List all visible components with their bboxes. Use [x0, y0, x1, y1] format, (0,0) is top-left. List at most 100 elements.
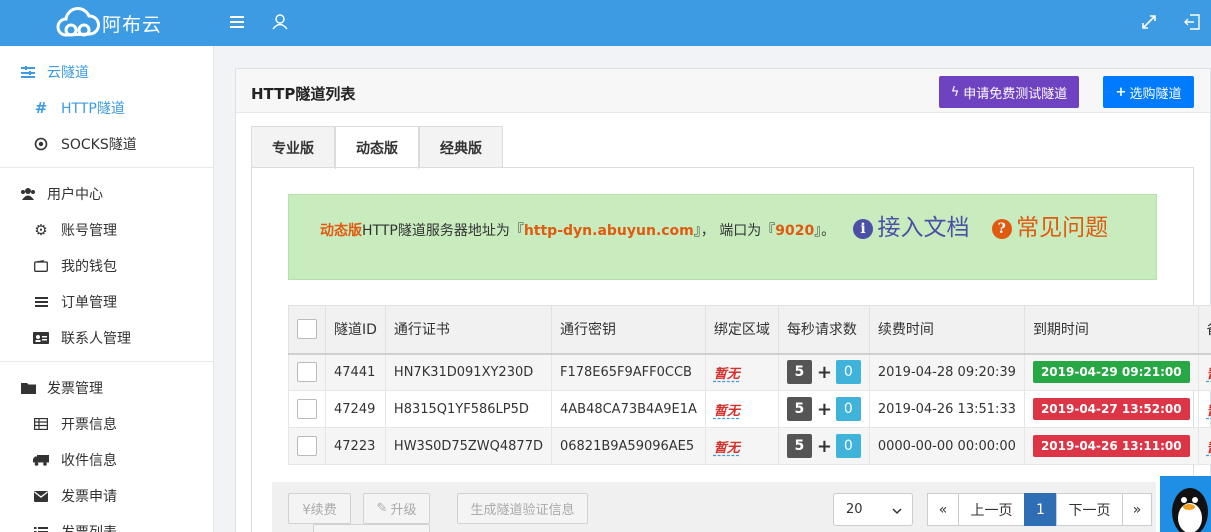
sidebar-item-invoice-apply[interactable]: 发票申请	[0, 478, 213, 514]
note-cell: 暂无	[1197, 353, 1211, 391]
list-icon	[33, 294, 49, 310]
col-cert: 通行证书	[384, 305, 552, 355]
region-cell: 暂无	[704, 390, 779, 428]
tunnel-id: 47249	[325, 390, 386, 428]
note-value[interactable]: 暂无	[1207, 441, 1211, 456]
sidebar-item-invoice-mgmt[interactable]: 发票管理	[0, 370, 213, 406]
table-row[interactable]: 47223 HW3S0D75ZWQ4877D 06821B9A59096AE5 …	[288, 427, 1211, 465]
apply-free-trial-button[interactable]: ϟ 申请免费测试隧道	[939, 76, 1079, 108]
dot-circle-icon	[33, 136, 49, 152]
col-id: 隧道ID	[325, 305, 386, 355]
row-checkbox[interactable]	[297, 399, 317, 419]
plus-icon[interactable]: +	[817, 362, 832, 383]
upgrade-button-label: 升级	[390, 503, 417, 518]
sidebar-item-label: 订单管理	[61, 295, 117, 311]
plus-icon[interactable]: +	[817, 399, 832, 420]
generate-auth-button[interactable]: 生成隧道验证信息	[457, 493, 588, 524]
plus-icon[interactable]: +	[817, 436, 832, 457]
expire-cell: 2019-04-26 13:11:00	[1023, 427, 1199, 465]
region-value[interactable]: 暂无	[714, 404, 740, 419]
qps-add-value: 0	[835, 434, 861, 458]
tab-dynamic[interactable]: 动态版	[335, 126, 419, 169]
fullscreen-icon[interactable]	[1141, 13, 1157, 31]
sidebar-item-label: 发票申请	[61, 489, 117, 505]
row-select-cell	[288, 390, 326, 428]
note-value[interactable]: 暂无	[1207, 367, 1211, 382]
row-select-cell	[288, 427, 326, 465]
plus-icon: +	[1115, 84, 1127, 100]
tab-professional[interactable]: 专业版	[251, 126, 335, 168]
notice-host: http-dyn.abuyun.com	[523, 223, 694, 239]
page-prev[interactable]: 上一页	[958, 493, 1025, 526]
col-note: 备注	[1197, 305, 1211, 355]
sidebar-item-user-center[interactable]: 用户中心	[0, 176, 213, 212]
qq-chat-widget[interactable]	[1160, 476, 1211, 532]
notice-text-1: HTTP隧道服务器地址为『	[362, 223, 524, 239]
expire-badge: 2019-04-29 09:21:00	[1032, 361, 1190, 384]
row-checkbox[interactable]	[297, 436, 317, 456]
page-current[interactable]: 1	[1024, 493, 1057, 526]
qq-penguin-icon	[1172, 488, 1208, 532]
qps-add-value: 0	[835, 397, 861, 421]
logo-text: 阿布云	[102, 13, 163, 36]
sidebar-item-http-tunnel[interactable]: # HTTP隧道	[0, 90, 213, 126]
more-action-button[interactable]	[313, 524, 430, 532]
renew-button[interactable]: ¥续费	[288, 493, 351, 524]
page-size-value: 20	[846, 502, 863, 517]
logout-icon[interactable]	[1183, 12, 1201, 32]
region-value[interactable]: 暂无	[714, 367, 740, 382]
row-checkbox[interactable]	[297, 362, 317, 383]
faq-link[interactable]: 常见问题	[1016, 215, 1108, 241]
region-value[interactable]: 暂无	[714, 441, 740, 456]
sidebar-item-socks-tunnel[interactable]: SOCKS隧道	[0, 126, 213, 162]
tunnel-cert: H8315Q1YF586LP5D	[384, 390, 552, 428]
tunnel-cert: HN7K31D091XY230D	[384, 353, 552, 391]
gear-icon: ⚙	[34, 221, 48, 239]
select-all-checkbox[interactable]	[297, 319, 317, 340]
sidebar-item-billing-info[interactable]: 开票信息	[0, 406, 213, 442]
doc-link[interactable]: 接入文档	[877, 215, 969, 241]
note-cell: 暂无	[1197, 427, 1211, 465]
sidebar-group-user: 用户中心 ⚙ 账号管理 我的钱包 订单管理 联系人管理	[0, 168, 213, 362]
tunnel-id: 47223	[325, 427, 386, 465]
sidebar-item-orders[interactable]: 订单管理	[0, 284, 213, 320]
sidebar-item-account[interactable]: ⚙ 账号管理	[0, 212, 213, 248]
user-icon[interactable]	[271, 12, 289, 32]
page-size-select[interactable]: 20	[833, 493, 913, 526]
sidebar-item-contacts[interactable]: 联系人管理	[0, 320, 213, 356]
upgrade-button[interactable]: ✎ 升级	[363, 493, 430, 524]
sidebar-item-delivery-info[interactable]: 收件信息	[0, 442, 213, 478]
region-cell: 暂无	[704, 427, 779, 465]
tunnel-cert: HW3S0D75ZWQ4877D	[384, 427, 552, 465]
table-row[interactable]: 47441 HN7K31D091XY230D F178E65F9AFF0CCB …	[288, 353, 1211, 391]
menu-toggle-icon[interactable]	[228, 12, 246, 32]
col-expire: 到期时间	[1023, 305, 1199, 355]
sidebar-group-invoice: 发票管理 开票信息 收件信息 发票申请 发票列表	[0, 362, 213, 532]
page-last[interactable]: »	[1122, 493, 1152, 526]
panel-header: HTTP隧道列表 ϟ 申请免费测试隧道 + 选购隧道	[236, 69, 1210, 113]
tab-classic[interactable]: 经典版	[419, 126, 503, 168]
renew-time: 0000-00-00 00:00:00	[868, 427, 1025, 465]
qps-cell: 5 +0	[777, 353, 870, 391]
sidebar-item-invoice-list[interactable]: 发票列表	[0, 514, 213, 532]
sidebar-item-label: 账号管理	[61, 223, 117, 239]
table-row[interactable]: 47249 H8315Q1YF586LP5D 4AB48CA73B4A9E1A …	[288, 390, 1211, 428]
region-cell: 暂无	[704, 353, 779, 391]
tunnel-table: 隧道ID 通行证书 通行密钥 绑定区域 每秒请求数 续费时间 到期时间 备注 4…	[288, 305, 1211, 465]
page-next[interactable]: 下一页	[1056, 493, 1123, 526]
qps-value: 5	[786, 434, 812, 458]
expire-badge: 2019-04-26 13:11:00	[1032, 435, 1190, 457]
note-value[interactable]: 暂无	[1207, 404, 1211, 419]
expire-cell: 2019-04-27 13:52:00	[1023, 390, 1199, 428]
page-first[interactable]: «	[927, 493, 959, 526]
sidebar-item-cloud-tunnel[interactable]: 云隧道	[0, 54, 213, 90]
sidebar-item-wallet[interactable]: 我的钱包	[0, 248, 213, 284]
tunnel-key: 4AB48CA73B4A9E1A	[550, 390, 706, 428]
table-header-row: 隧道ID 通行证书 通行密钥 绑定区域 每秒请求数 续费时间 到期时间 备注	[288, 305, 1211, 355]
bolt-icon: ϟ	[950, 84, 960, 100]
col-key: 通行密钥	[550, 305, 706, 355]
sidebar-item-label: 收件信息	[61, 453, 117, 469]
buy-tunnel-button[interactable]: + 选购隧道	[1103, 76, 1194, 108]
logo[interactable]: 阿布云	[0, 0, 215, 46]
notice-text-3: 』。	[814, 223, 836, 239]
